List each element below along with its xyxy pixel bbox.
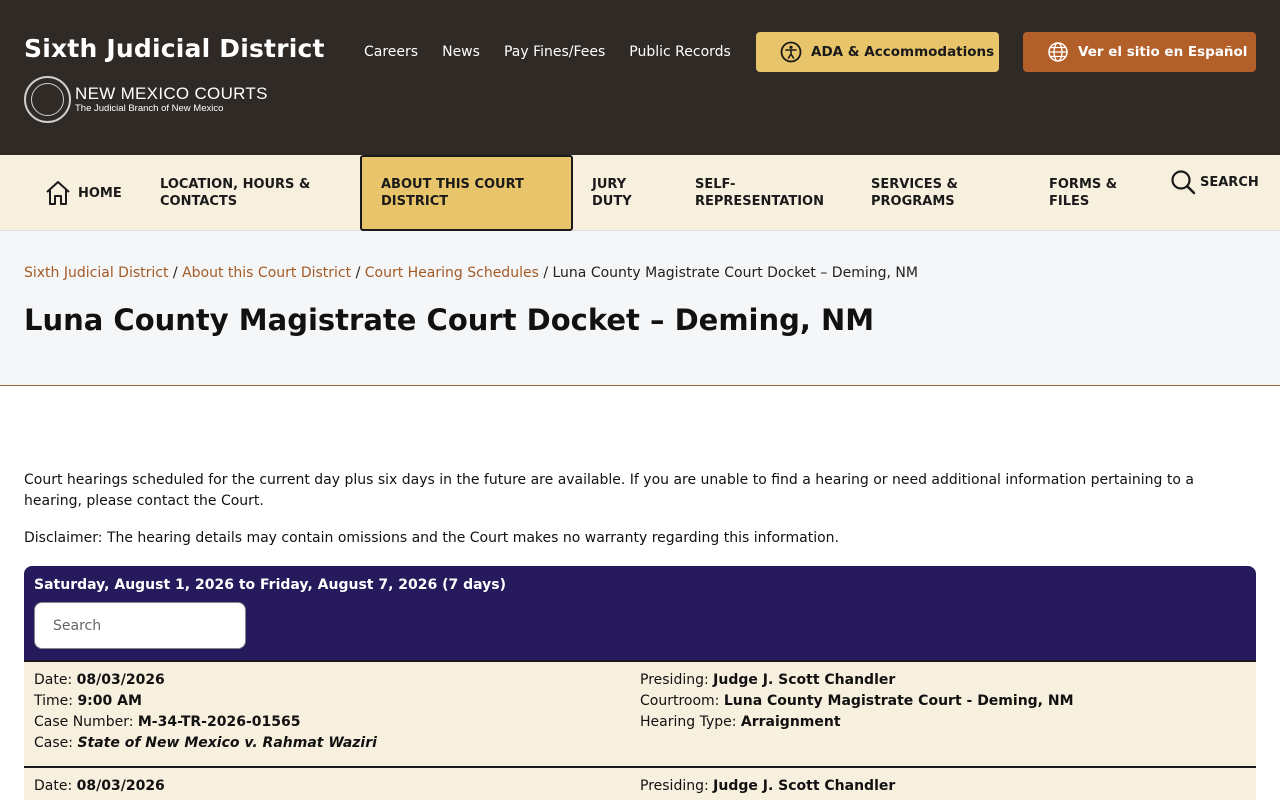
- entry-left-col: Date: 08/03/2026 Time: 9:00 AM Case Numb…: [34, 672, 377, 751]
- page-header-band: Sixth Judicial District / About this Cou…: [0, 231, 1280, 386]
- nav-search[interactable]: SEARCH: [1170, 144, 1259, 220]
- entry-right-col: Presiding: Judge J. Scott Chandler Court…: [640, 672, 1074, 730]
- site-header: Sixth Judicial District NEW MEXICO COURT…: [0, 0, 1280, 155]
- util-link-careers[interactable]: Careers: [364, 44, 418, 60]
- entry-date: 08/03/2026: [76, 778, 165, 794]
- nav-services-line2: PROGRAMS: [871, 194, 955, 209]
- entry-time: 9:00 AM: [77, 693, 142, 709]
- nav-forms-line2: FILES: [1049, 194, 1090, 209]
- entry-courtroom: Luna County Magistrate Court - Deming, N…: [723, 693, 1074, 709]
- disclaimer-text: Disclaimer: The hearing details may cont…: [24, 530, 840, 546]
- globe-icon: [1048, 42, 1068, 62]
- nav-location-hours-contacts[interactable]: LOCATION, HOURS & CONTACTS: [160, 155, 310, 231]
- docket-date-range: Saturday, August 1, 2026 to Friday, Augu…: [34, 577, 507, 593]
- breadcrumb-link-sixth-district[interactable]: Sixth Judicial District: [24, 265, 168, 281]
- nav-location-line2: CONTACTS: [160, 194, 238, 209]
- entry-presiding: Judge J. Scott Chandler: [713, 672, 896, 688]
- breadcrumb-link-about[interactable]: About this Court District: [182, 265, 351, 281]
- utility-links: Careers News Pay Fines/Fees Public Recor…: [364, 44, 755, 60]
- page-title: Luna County Magistrate Court Docket – De…: [24, 303, 875, 337]
- entry-left-col: Date: 08/03/2026: [34, 778, 165, 794]
- docket-entry: Date: 08/03/2026 Time: 9:00 AM Case Numb…: [24, 660, 1256, 766]
- spanish-label: Ver el sitio en Español: [1078, 44, 1248, 60]
- search-icon: [1171, 170, 1196, 195]
- entry-case-number: M-34-TR-2026-01565: [137, 714, 301, 730]
- intro-text: Court hearings scheduled for the current…: [24, 472, 1194, 509]
- nav-forms-files[interactable]: FORMS & FILES: [1049, 155, 1117, 231]
- nav-jury-line1: JURY: [592, 177, 627, 192]
- entry-hearing-type: Arraignment: [740, 714, 841, 730]
- nav-services-line1: SERVICES &: [871, 177, 958, 192]
- nav-selfrep-line1: SELF-: [695, 177, 736, 192]
- breadcrumb: Sixth Judicial District / About this Cou…: [24, 265, 918, 281]
- logo-main-text: NEW MEXICO COURTS: [75, 84, 268, 103]
- nav-home[interactable]: HOME: [44, 155, 122, 231]
- site-title[interactable]: Sixth Judicial District: [24, 34, 325, 63]
- util-link-public-records[interactable]: Public Records: [629, 44, 731, 60]
- nav-forms-line1: FORMS &: [1049, 177, 1118, 192]
- nav-location-line1: LOCATION, HOURS &: [160, 177, 311, 192]
- nav-jury-duty[interactable]: JURY DUTY: [592, 155, 632, 231]
- accessibility-icon: [780, 41, 802, 63]
- util-link-news[interactable]: News: [442, 44, 480, 60]
- util-link-pay-fines[interactable]: Pay Fines/Fees: [504, 44, 605, 60]
- breadcrumb-link-hearing-schedules[interactable]: Court Hearing Schedules: [365, 265, 539, 281]
- nav-about-line2: DISTRICT: [381, 194, 449, 209]
- docket-entry: Date: 08/03/2026 Presiding: Judge J. Sco…: [24, 766, 1256, 800]
- docket-search-input[interactable]: [34, 602, 246, 649]
- home-icon: [46, 181, 70, 205]
- nm-courts-logo[interactable]: NEW MEXICO COURTS The Judicial Branch of…: [24, 76, 268, 123]
- entry-presiding: Judge J. Scott Chandler: [713, 778, 896, 794]
- nav-services-programs[interactable]: SERVICES & PROGRAMS: [871, 155, 958, 231]
- nav-about-line1: ABOUT THIS COURT: [381, 177, 524, 192]
- ada-label: ADA & Accommodations: [811, 44, 995, 60]
- entry-date: 08/03/2026: [76, 672, 165, 688]
- nav-about-court-district[interactable]: ABOUT THIS COURT DISTRICT: [381, 155, 524, 231]
- entry-case-name: State of New Mexico v. Rahmat Waziri: [77, 735, 377, 751]
- breadcrumb-current: Luna County Magistrate Court Docket – De…: [552, 265, 918, 281]
- nav-jury-line2: DUTY: [592, 194, 632, 209]
- nav-self-representation[interactable]: SELF- REPRESENTATION: [695, 155, 824, 231]
- ada-accommodations-button[interactable]: ADA & Accommodations: [756, 32, 999, 72]
- nav-home-label: HOME: [78, 185, 122, 201]
- spanish-site-button[interactable]: Ver el sitio en Español: [1023, 32, 1256, 72]
- nav-selfrep-line2: REPRESENTATION: [695, 194, 824, 209]
- docket-header: Saturday, August 1, 2026 to Friday, Augu…: [24, 566, 1256, 660]
- nav-search-label: SEARCH: [1200, 174, 1259, 190]
- entry-right-col: Presiding: Judge J. Scott Chandler: [640, 778, 896, 794]
- logo-sub-text: The Judicial Branch of New Mexico: [75, 103, 224, 114]
- court-seal-icon: [24, 76, 71, 123]
